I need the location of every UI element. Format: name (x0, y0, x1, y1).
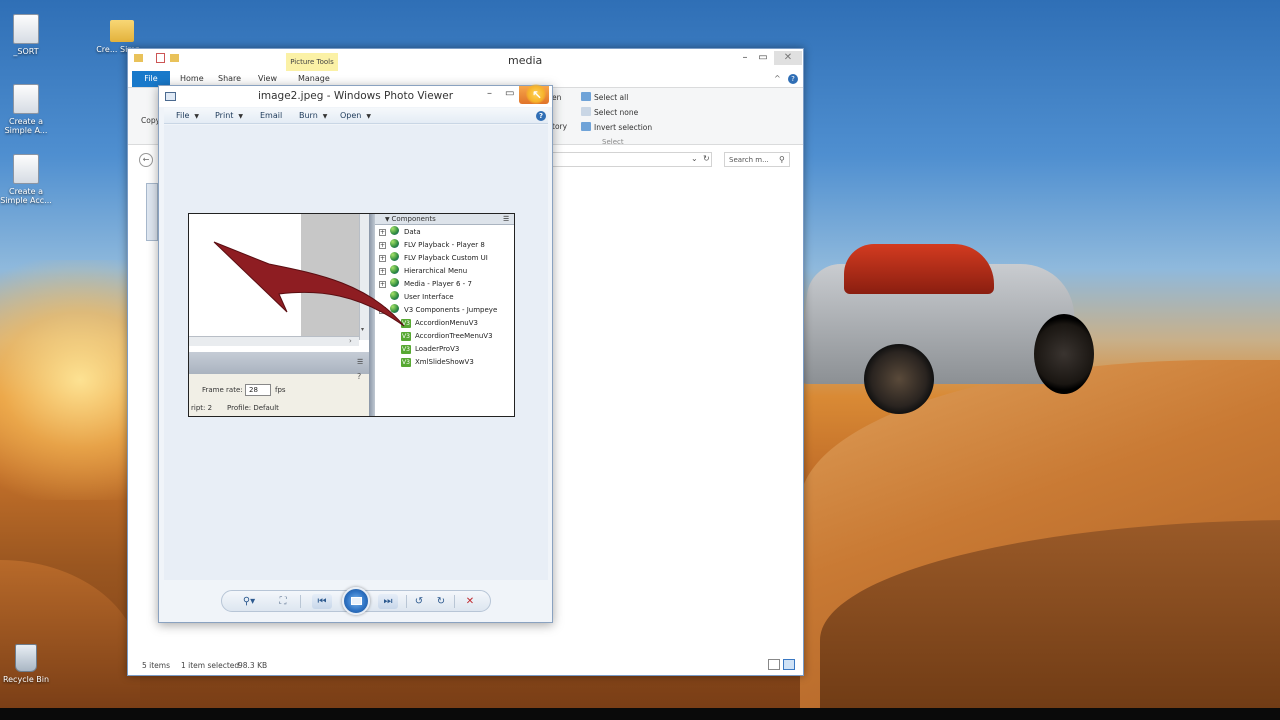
help-icon: ? (357, 372, 362, 381)
selection-size: 98.3 KB (238, 661, 268, 670)
component-tree-item: V3 XmlSlideShowV3 (401, 358, 474, 367)
details-view-icon[interactable] (768, 659, 780, 670)
component-tree-item: V3 AccordionMenuV3 (401, 319, 478, 328)
previous-button[interactable]: ⏮ (312, 594, 332, 609)
chevron-down-icon: ▼ (366, 113, 371, 120)
slideshow-button[interactable] (342, 587, 370, 615)
menu-file[interactable]: File ▼ (176, 111, 199, 120)
chevron-down-icon: ▼ (194, 113, 200, 120)
maximize-button[interactable]: ▭ (752, 51, 774, 65)
frame-rate-label: Frame rate: (202, 386, 243, 394)
status-bar: 5 items 1 item selected 98.3 KB (128, 655, 803, 675)
next-button[interactable]: ⏭ (378, 594, 398, 609)
mouse-cursor-icon: ↖ (532, 88, 543, 102)
car-roof (844, 244, 994, 294)
separator (300, 595, 301, 608)
close-button[interactable]: ✕ (774, 51, 802, 65)
desktop-icon-create-simple-acc[interactable]: Create a Simple Acc... (0, 154, 52, 205)
script-label: ript: 2 (191, 404, 213, 412)
item-count: 5 items (142, 661, 171, 670)
menu-open[interactable]: Open ▼ (340, 111, 371, 120)
history-button-partial[interactable]: tory (552, 122, 567, 131)
photo-viewer-window: image2.jpeg - Windows Photo Viewer – ▭ ↖… (158, 84, 553, 623)
v3-component-icon: V3 (401, 345, 411, 354)
separator (454, 595, 455, 608)
chevron-down-icon: ▼ (322, 113, 328, 120)
drag-arrow-icon (213, 241, 405, 327)
rally-car-wallpaper (797, 244, 1104, 444)
maximize-button[interactable]: ▭ (505, 88, 514, 99)
rotate-counterclockwise-button[interactable]: ↺ (412, 594, 426, 609)
open-button-partial[interactable]: en (552, 93, 561, 102)
profile-label: Profile: Default (227, 404, 279, 412)
component-tree-item: V3 AccordionTreeMenuV3 (401, 332, 493, 341)
search-icon: ⚲ (779, 155, 785, 164)
new-folder-icon[interactable] (170, 54, 179, 62)
panel-menu-icon: ☰ (503, 215, 510, 223)
search-input[interactable]: Search m... ⚲ (724, 152, 790, 167)
delete-button[interactable]: ✕ (462, 594, 478, 609)
document-icon (13, 154, 39, 184)
menu-burn[interactable]: Burn ▼ (299, 111, 327, 120)
recycle-bin-icon (15, 644, 37, 672)
large-icons-view-icon[interactable] (783, 659, 795, 670)
folder-icon (134, 54, 143, 62)
help-icon[interactable]: ? (788, 74, 798, 84)
select-none-icon (581, 107, 591, 116)
actual-size-button[interactable]: ⛶ (276, 594, 290, 609)
chevron-down-icon[interactable]: ⌄ (691, 154, 698, 163)
car-wheel (1034, 314, 1094, 394)
back-button[interactable]: ← (139, 153, 153, 167)
folder-icon (110, 20, 134, 42)
zoom-button[interactable]: ⚲▾ (238, 594, 260, 609)
window-title: media (508, 54, 543, 67)
image-properties-panel: ? Frame rate: 28 fps ript: 2 Profile: De… (189, 372, 369, 416)
screen-bottom-strip (0, 708, 1280, 720)
explorer-titlebar[interactable]: media – ▭ ✕ (128, 49, 803, 71)
car-wheel (864, 344, 934, 414)
select-none-button[interactable]: Select none (581, 107, 638, 117)
components-panel-header: ▼ Components ☰ (375, 214, 514, 225)
separator (406, 595, 407, 608)
minimize-button[interactable]: – (487, 88, 492, 99)
scroll-right-icon: › (349, 337, 352, 345)
image-panel-bar: ☰ (189, 352, 369, 374)
desktop-icon-sort[interactable]: _SORT (0, 14, 52, 56)
address-bar[interactable]: ⌄ ↻ (552, 152, 712, 167)
menu-email[interactable]: Email (260, 111, 282, 120)
refresh-icon[interactable]: ↻ (703, 154, 710, 163)
invert-selection-icon (581, 122, 591, 131)
chevron-down-icon: ▼ (238, 113, 244, 120)
rotate-clockwise-button[interactable]: ↻ (434, 594, 448, 609)
file-thumbnail-partial[interactable] (146, 183, 158, 241)
photo-viewer-controls: ⚲▾ ⛶ ⏮ ⏭ ↺ ↻ ✕ (221, 587, 491, 615)
photo-viewer-menubar: File ▼ Print ▼ Email Burn ▼ Open ▼ ? (164, 108, 548, 124)
menu-print[interactable]: Print ▼ (215, 111, 243, 120)
desktop-icon-recycle-bin[interactable]: Recycle Bin (0, 644, 52, 684)
slideshow-icon (351, 597, 362, 605)
help-icon[interactable]: ? (536, 111, 546, 121)
document-icon (13, 84, 39, 114)
selection-status: 1 item selected (181, 661, 240, 670)
select-all-button[interactable]: Select all (581, 92, 628, 102)
frame-rate-value: 28 (245, 384, 271, 396)
sand-dune-left (0, 560, 140, 708)
select-all-icon (581, 92, 591, 101)
picture-tools-contextual-tab: Picture Tools (286, 53, 338, 71)
properties-icon[interactable] (156, 53, 165, 63)
document-icon (13, 14, 39, 44)
component-tree-item: V3 LoaderProV3 (401, 345, 460, 354)
photo-viewer-titlebar[interactable]: image2.jpeg - Windows Photo Viewer – ▭ ↖ (159, 84, 552, 107)
v3-component-icon: V3 (401, 358, 411, 367)
ribbon-group-select-label: Select (602, 138, 624, 146)
panel-menu-icon: ☰ (357, 358, 364, 366)
window-title: image2.jpeg - Windows Photo Viewer (257, 90, 454, 102)
invert-selection-button[interactable]: Invert selection (581, 122, 652, 132)
fps-label: fps (275, 386, 286, 394)
ribbon-collapse-icon[interactable]: ^ (774, 74, 781, 83)
image-horizontal-scrollbar: › (189, 336, 359, 346)
displayed-image: ▾ › ☰ ? Frame rate: 28 fps ript: 2 Profi… (188, 213, 515, 417)
desktop-icon-create-simple-a[interactable]: Create a Simple A... (0, 84, 52, 135)
